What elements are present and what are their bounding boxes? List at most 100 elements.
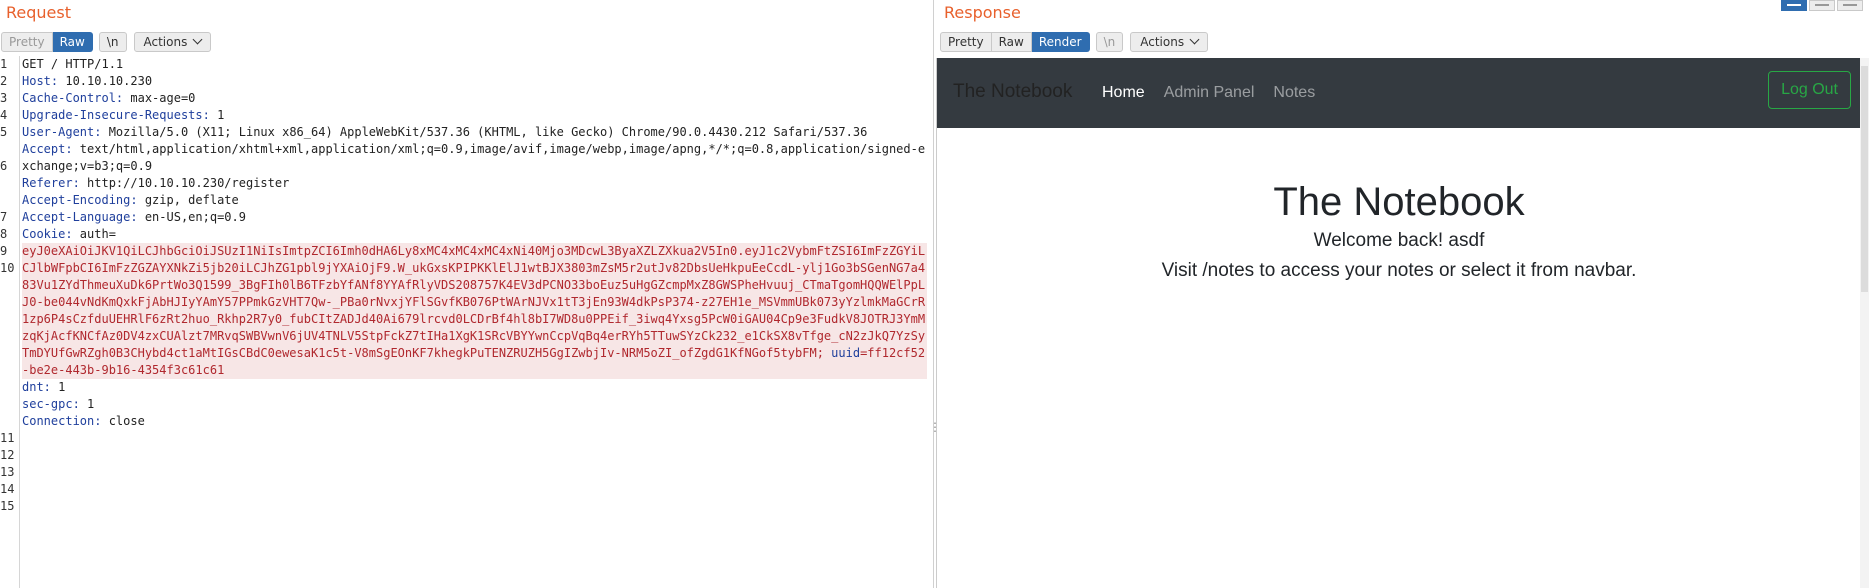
line-number: 13: [0, 465, 15, 479]
welcome-text: Welcome back! asdf: [1313, 230, 1485, 251]
newline-toggle-button[interactable]: \n: [98, 32, 127, 52]
request-pane: Request Pretty Raw \n Actions 1234567891…: [0, 0, 934, 588]
header-name: dnt:: [22, 380, 51, 394]
header-line: Upgrade-Insecure-Requests: 1: [22, 107, 927, 124]
header-name: Referer:: [22, 176, 80, 190]
hint-text: Visit /notes to access your notes or sel…: [1161, 260, 1637, 281]
request-toolbar: Pretty Raw \n Actions: [1, 31, 212, 53]
chevron-down-icon: [192, 34, 203, 45]
layout-tabs-icon[interactable]: [1837, 0, 1863, 11]
line-number: 11: [0, 431, 15, 445]
navbar-brand[interactable]: The Notebook: [953, 81, 1072, 103]
line-number: 3: [0, 91, 8, 105]
line-number: 8: [0, 227, 8, 241]
nav-notes[interactable]: Notes: [1273, 84, 1315, 102]
line-number: 6: [0, 159, 8, 173]
header-line: Accept: text/html,application/xhtml+xml,…: [22, 141, 927, 175]
header-name: Host:: [22, 74, 59, 88]
pretty-button[interactable]: Pretty: [940, 32, 992, 52]
header-name: Upgrade-Insecure-Requests:: [22, 108, 210, 122]
header-value: 1: [50, 380, 66, 394]
raw-button[interactable]: Raw: [52, 32, 93, 52]
header-line: Cache-Control: max-age=0: [22, 90, 927, 107]
newline-toggle-button[interactable]: \n: [1095, 32, 1124, 52]
header-value: en-US,en;q=0.9: [137, 210, 246, 224]
line-number: [0, 345, 19, 362]
header-line: Host: 10.10.10.230: [22, 73, 927, 90]
navbar-links: Home Admin Panel Notes: [1102, 84, 1334, 102]
cookie-line: Cookie: auth=: [22, 226, 927, 243]
line-number: [0, 175, 19, 192]
header-value: text/html,application/xhtml+xml,applicat…: [22, 142, 926, 173]
header-line: GET / HTTP/1.1: [22, 56, 927, 73]
line-number: 1: [0, 57, 8, 71]
response-pane: Response Pretty Raw Render \n Actions Th…: [936, 0, 1869, 588]
header-value: GET / HTTP/1.1: [22, 57, 124, 71]
request-code[interactable]: GET / HTTP/1.1 Host: 10.10.10.230 Cache-Co…: [22, 56, 927, 430]
line-number: [0, 362, 19, 379]
scrollbar-thumb[interactable]: [1861, 66, 1868, 292]
header-name: sec-gpc:: [22, 397, 80, 411]
header-value: http://10.10.10.230/register: [79, 176, 290, 190]
layout-horizontal-icon[interactable]: [1809, 0, 1835, 11]
header-line: Accept-Encoding: gzip, deflate: [22, 192, 927, 209]
layout-toggle: [1779, 0, 1863, 11]
actions-dropdown[interactable]: Actions: [1130, 32, 1209, 52]
cookie-value-line[interactable]: eyJ0eXAiOiJKV1QiLCJhbGciOiJSUzI1NiIsImtp…: [22, 243, 927, 379]
header-value: 10.10.10.230: [58, 74, 153, 88]
line-number: 15: [0, 499, 15, 513]
page-title: The Notebook: [1273, 180, 1525, 224]
header-value: close: [101, 414, 145, 428]
header-line: User-Agent: Mozilla/5.0 (X11; Linux x86_…: [22, 124, 927, 141]
line-number: 4: [0, 108, 8, 122]
header-line: Accept-Language: en-US,en;q=0.9: [22, 209, 927, 226]
header-value: 1: [209, 108, 225, 122]
line-number: [0, 192, 19, 209]
line-number: 9: [0, 244, 8, 258]
header-line: Connection: close: [22, 413, 927, 430]
line-number: [0, 379, 19, 396]
header-value: gzip, deflate: [137, 193, 239, 207]
header-line: Referer: http://10.10.10.230/register: [22, 175, 927, 192]
cookie-highlight[interactable]: eyJ0eXAiOiJKV1QiLCJhbGciOiJSUzI1NiIsImtp…: [22, 243, 927, 379]
pretty-button[interactable]: Pretty: [1, 32, 53, 52]
actions-dropdown[interactable]: Actions: [133, 32, 212, 52]
raw-button[interactable]: Raw: [991, 32, 1032, 52]
navbar: The Notebook Home Admin Panel Notes Log …: [937, 58, 1861, 128]
line-number: [0, 413, 19, 430]
cookie-uuid-key: uuid: [823, 346, 861, 360]
line-number: 12: [0, 448, 15, 462]
line-number: [0, 277, 19, 294]
line-number: 7: [0, 210, 8, 224]
chevron-down-icon: [1189, 34, 1200, 45]
cookie-auth-key: auth=: [72, 227, 116, 241]
header-line: dnt: 1: [22, 379, 927, 396]
header-value: 1: [79, 397, 95, 411]
actions-label: Actions: [143, 35, 188, 49]
header-name: Cache-Control:: [22, 91, 124, 105]
layout-split-icon[interactable]: [1781, 0, 1807, 11]
line-number: [0, 396, 19, 413]
header-value: Mozilla/5.0 (X11; Linux x86_64) AppleWeb…: [101, 125, 868, 139]
header-name: Accept-Language:: [22, 210, 138, 224]
line-number: 5: [0, 125, 8, 139]
line-number: [0, 294, 19, 311]
line-number: 14: [0, 482, 15, 496]
rendered-page: The Notebook Home Admin Panel Notes Log …: [936, 58, 1861, 588]
response-toolbar: Pretty Raw Render \n Actions: [940, 31, 1209, 53]
actions-label: Actions: [1140, 35, 1185, 49]
nav-home[interactable]: Home: [1102, 84, 1145, 102]
header-name: Accept-Encoding:: [22, 193, 138, 207]
nav-admin-panel[interactable]: Admin Panel: [1164, 84, 1255, 102]
render-button[interactable]: Render: [1031, 32, 1090, 52]
request-editor[interactable]: 1 2 3 4 5 6 7 8 9 10 11 12 13 14 15 GET / HTTP/1.1 Host…: [0, 56, 933, 588]
header-value: max-age=0: [123, 91, 196, 105]
logout-button[interactable]: Log Out: [1768, 71, 1851, 109]
header-name: Connection:: [22, 414, 102, 428]
line-number: 10: [0, 261, 15, 275]
header-name: User-Agent:: [22, 125, 102, 139]
header-line: sec-gpc: 1: [22, 396, 927, 413]
line-number: [0, 311, 19, 328]
line-number-gutter: 1 2 3 4 5 6 7 8 9 10 11 12 13 14 15: [0, 56, 20, 588]
line-number: 2: [0, 74, 8, 88]
